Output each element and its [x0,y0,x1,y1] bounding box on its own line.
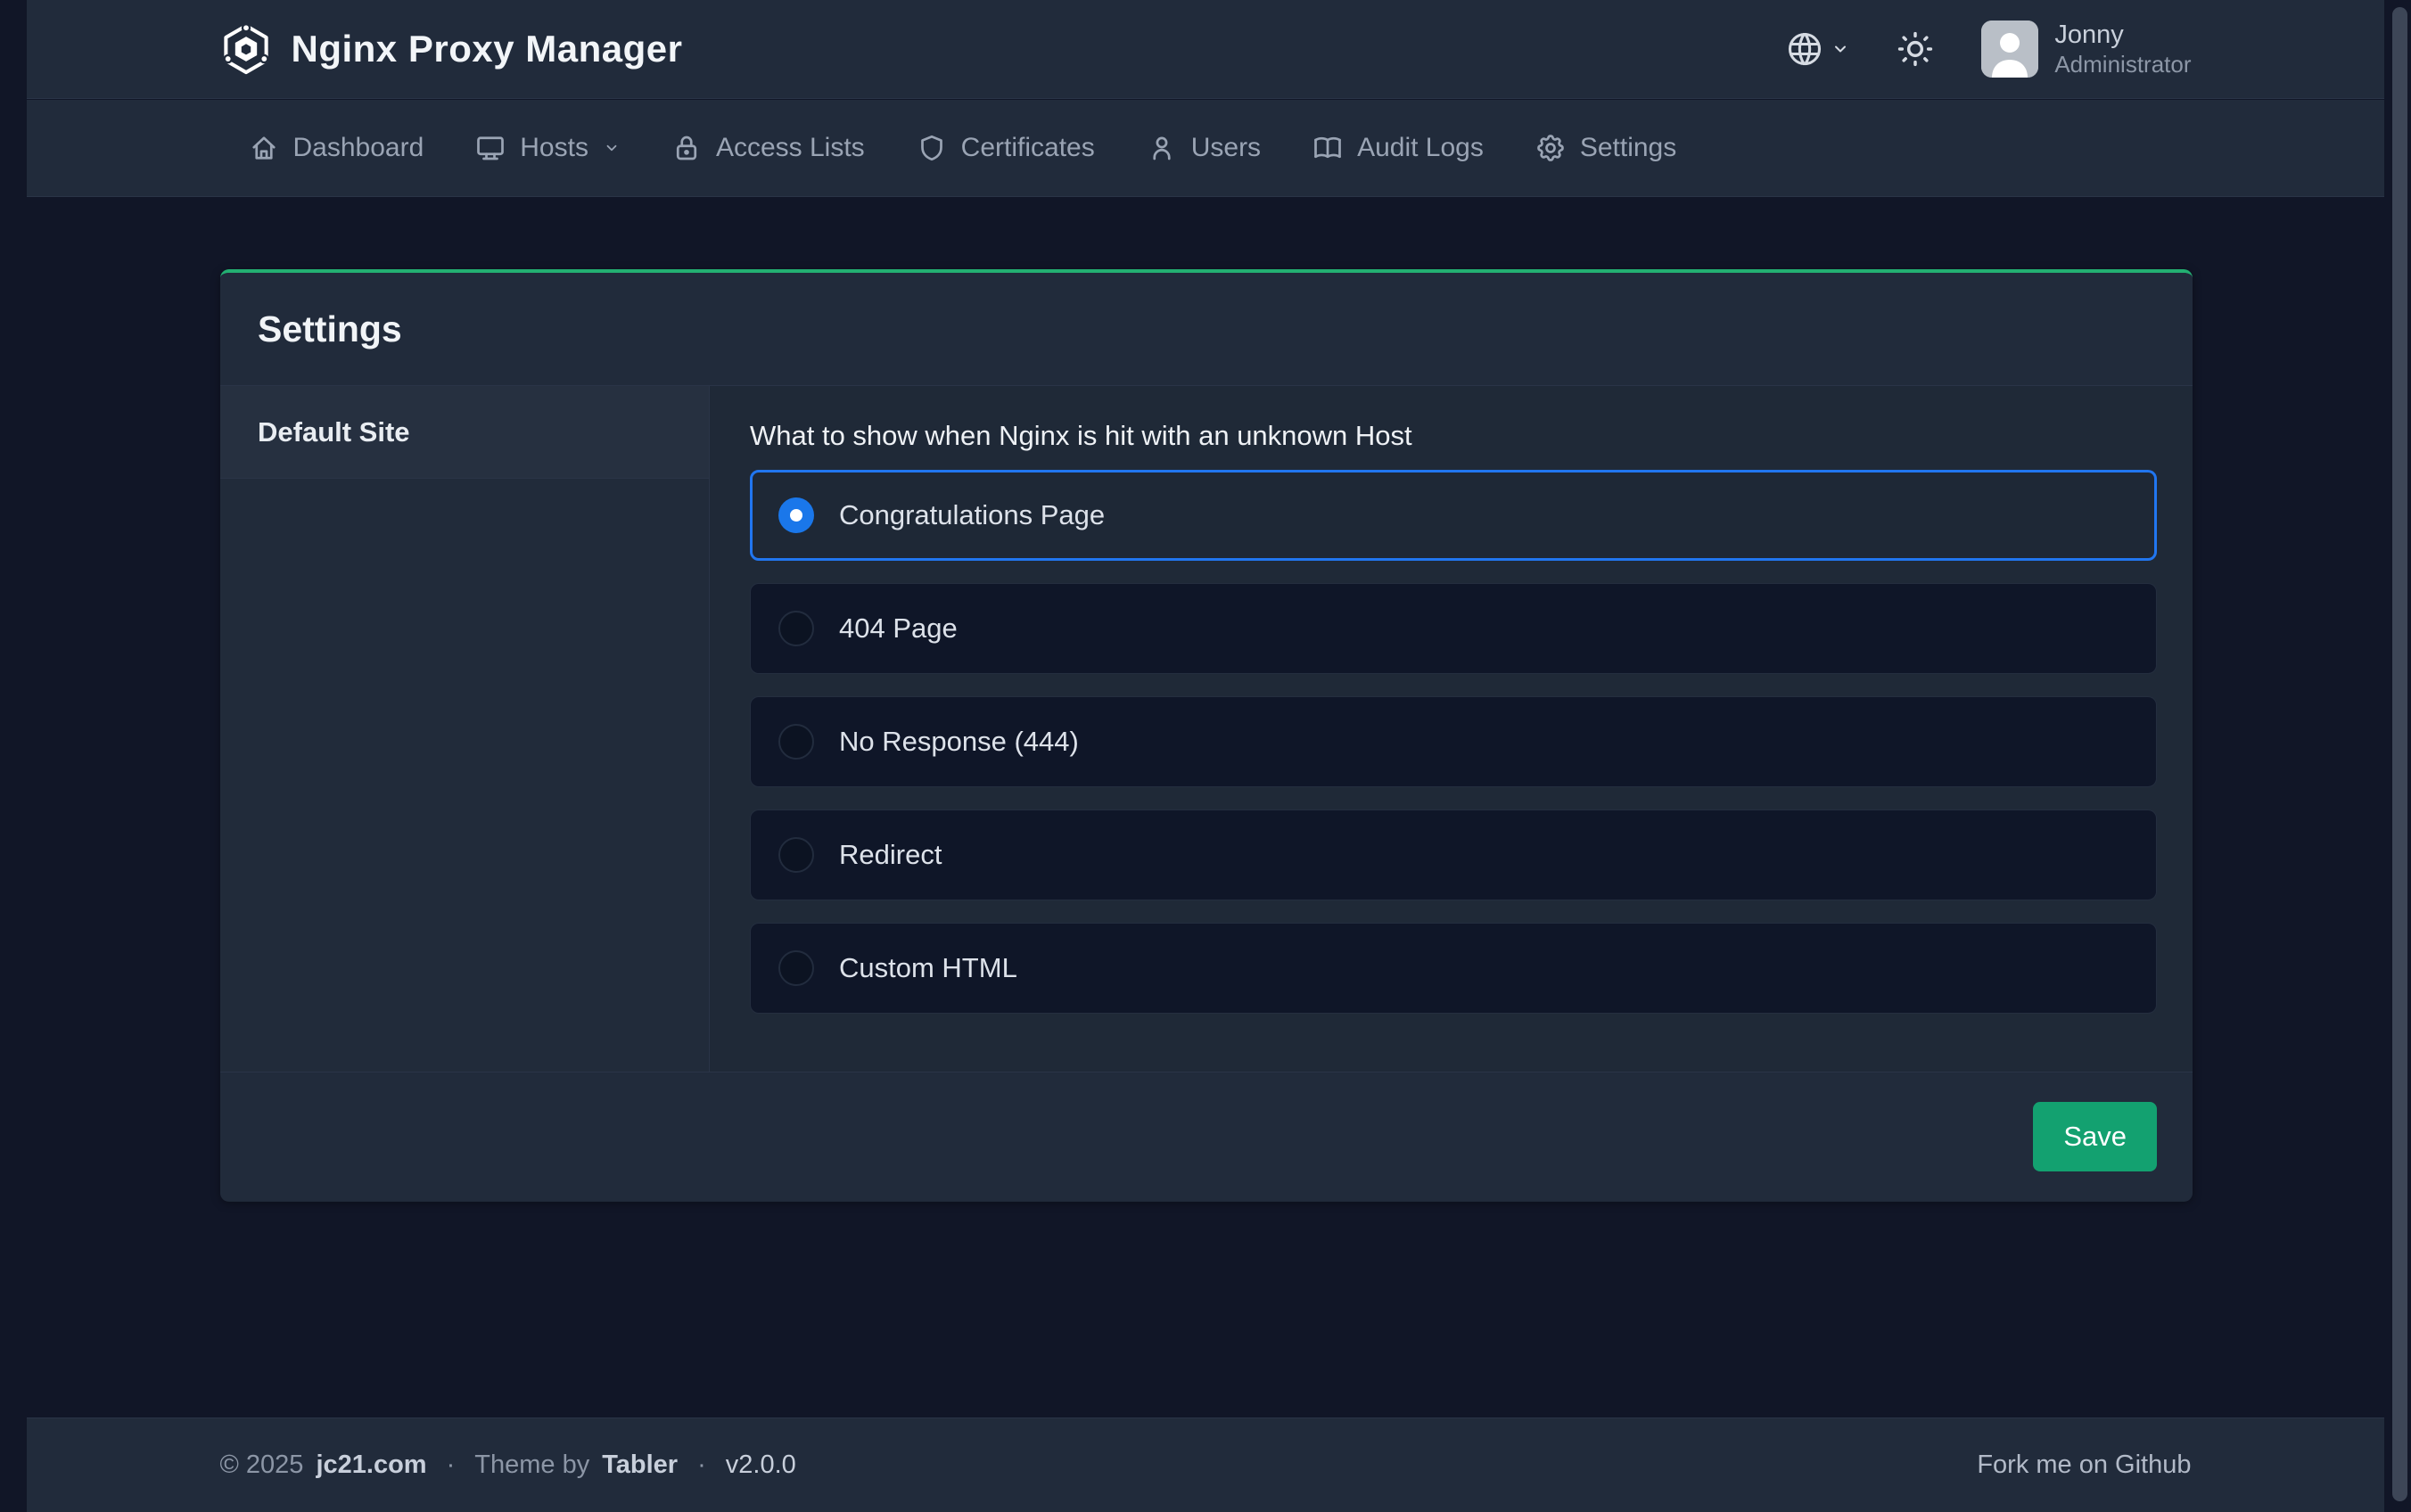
nav-item-certificates[interactable]: Certificates [916,132,1095,164]
default-site-form: What to show when Nginx is hit with an u… [710,386,2193,1072]
radio-icon[interactable] [778,837,814,873]
book-icon [1312,132,1344,164]
save-button[interactable]: Save [2033,1102,2157,1171]
nav-item-access-lists[interactable]: Access Lists [671,132,865,164]
radio-icon[interactable] [778,724,814,760]
tabler-link[interactable]: Tabler [602,1450,678,1480]
lock-icon [671,132,703,164]
nav-item-dashboard[interactable]: Dashboard [248,132,424,164]
separator-dot: · [440,1450,463,1480]
sun-icon [1896,29,1935,69]
page-title: Settings [258,308,402,350]
theme-toggle[interactable] [1896,29,1935,69]
option-custom-html[interactable]: Custom HTML [750,923,2157,1014]
home-icon [248,132,280,164]
github-link[interactable]: Fork me on Github [1977,1450,2191,1480]
card-footer: Save [220,1072,2193,1201]
nav-item-label: Dashboard [293,133,424,163]
brand-title: Nginx Proxy Manager [292,28,683,70]
nav-item-hosts[interactable]: Hosts [474,132,620,164]
page-footer: © 2025 jc21.com · Theme by Tabler · v2.0… [27,1418,2384,1512]
chevron-down-icon [604,140,620,156]
option-no-response-444[interactable]: No Response (444) [750,696,2157,787]
nav-item-label: Audit Logs [1357,133,1484,163]
settings-sidebar: Default Site [220,386,710,1072]
option-404-page[interactable]: 404 Page [750,583,2157,674]
shield-icon [916,132,948,164]
user-icon [1146,132,1178,164]
theme-by-text: Theme by [474,1450,589,1480]
brand[interactable]: Nginx Proxy Manager [220,23,683,75]
app-logo-icon [220,23,272,75]
avatar [1981,21,2038,78]
user-role: Administrator [2054,51,2191,78]
user-name: Jonny [2054,20,2191,51]
default-site-question: What to show when Nginx is hit with an u… [750,418,2157,454]
sidebar-item-label: Default Site [258,416,410,448]
nav-item-label: Hosts [520,133,588,163]
radio-icon[interactable] [778,950,814,986]
nav-item-settings[interactable]: Settings [1535,132,1676,164]
main-nav: Dashboard Hosts Access Lists [27,100,2384,197]
sidebar-item-default-site[interactable]: Default Site [220,386,709,479]
version-text[interactable]: v2.0.0 [726,1450,796,1480]
radio-checked-icon[interactable] [778,497,814,533]
radio-icon[interactable] [778,611,814,646]
gear-icon [1535,132,1567,164]
globe-icon [1785,29,1824,69]
scrollbar-thumb[interactable] [2392,7,2407,1501]
app-header: Nginx Proxy Manager [27,0,2384,99]
card-header: Settings [220,273,2193,386]
jc21-link[interactable]: jc21.com [316,1450,426,1480]
separator-dot: · [690,1450,713,1480]
language-menu[interactable] [1785,29,1849,69]
option-redirect[interactable]: Redirect [750,809,2157,900]
settings-card: Settings Default Site What to show when … [220,269,2193,1202]
nav-item-users[interactable]: Users [1146,132,1261,164]
nav-item-label: Access Lists [716,133,865,163]
copyright-text: © 2025 [220,1450,304,1480]
option-congratulations-page[interactable]: Congratulations Page [750,470,2157,561]
user-menu[interactable]: Jonny Administrator [1981,20,2191,78]
chevron-down-icon [1831,40,1849,58]
monitor-icon [474,132,506,164]
nav-item-audit-logs[interactable]: Audit Logs [1312,132,1484,164]
nav-item-label: Certificates [961,133,1095,163]
nav-item-label: Settings [1580,133,1676,163]
nav-item-label: Users [1191,133,1261,163]
